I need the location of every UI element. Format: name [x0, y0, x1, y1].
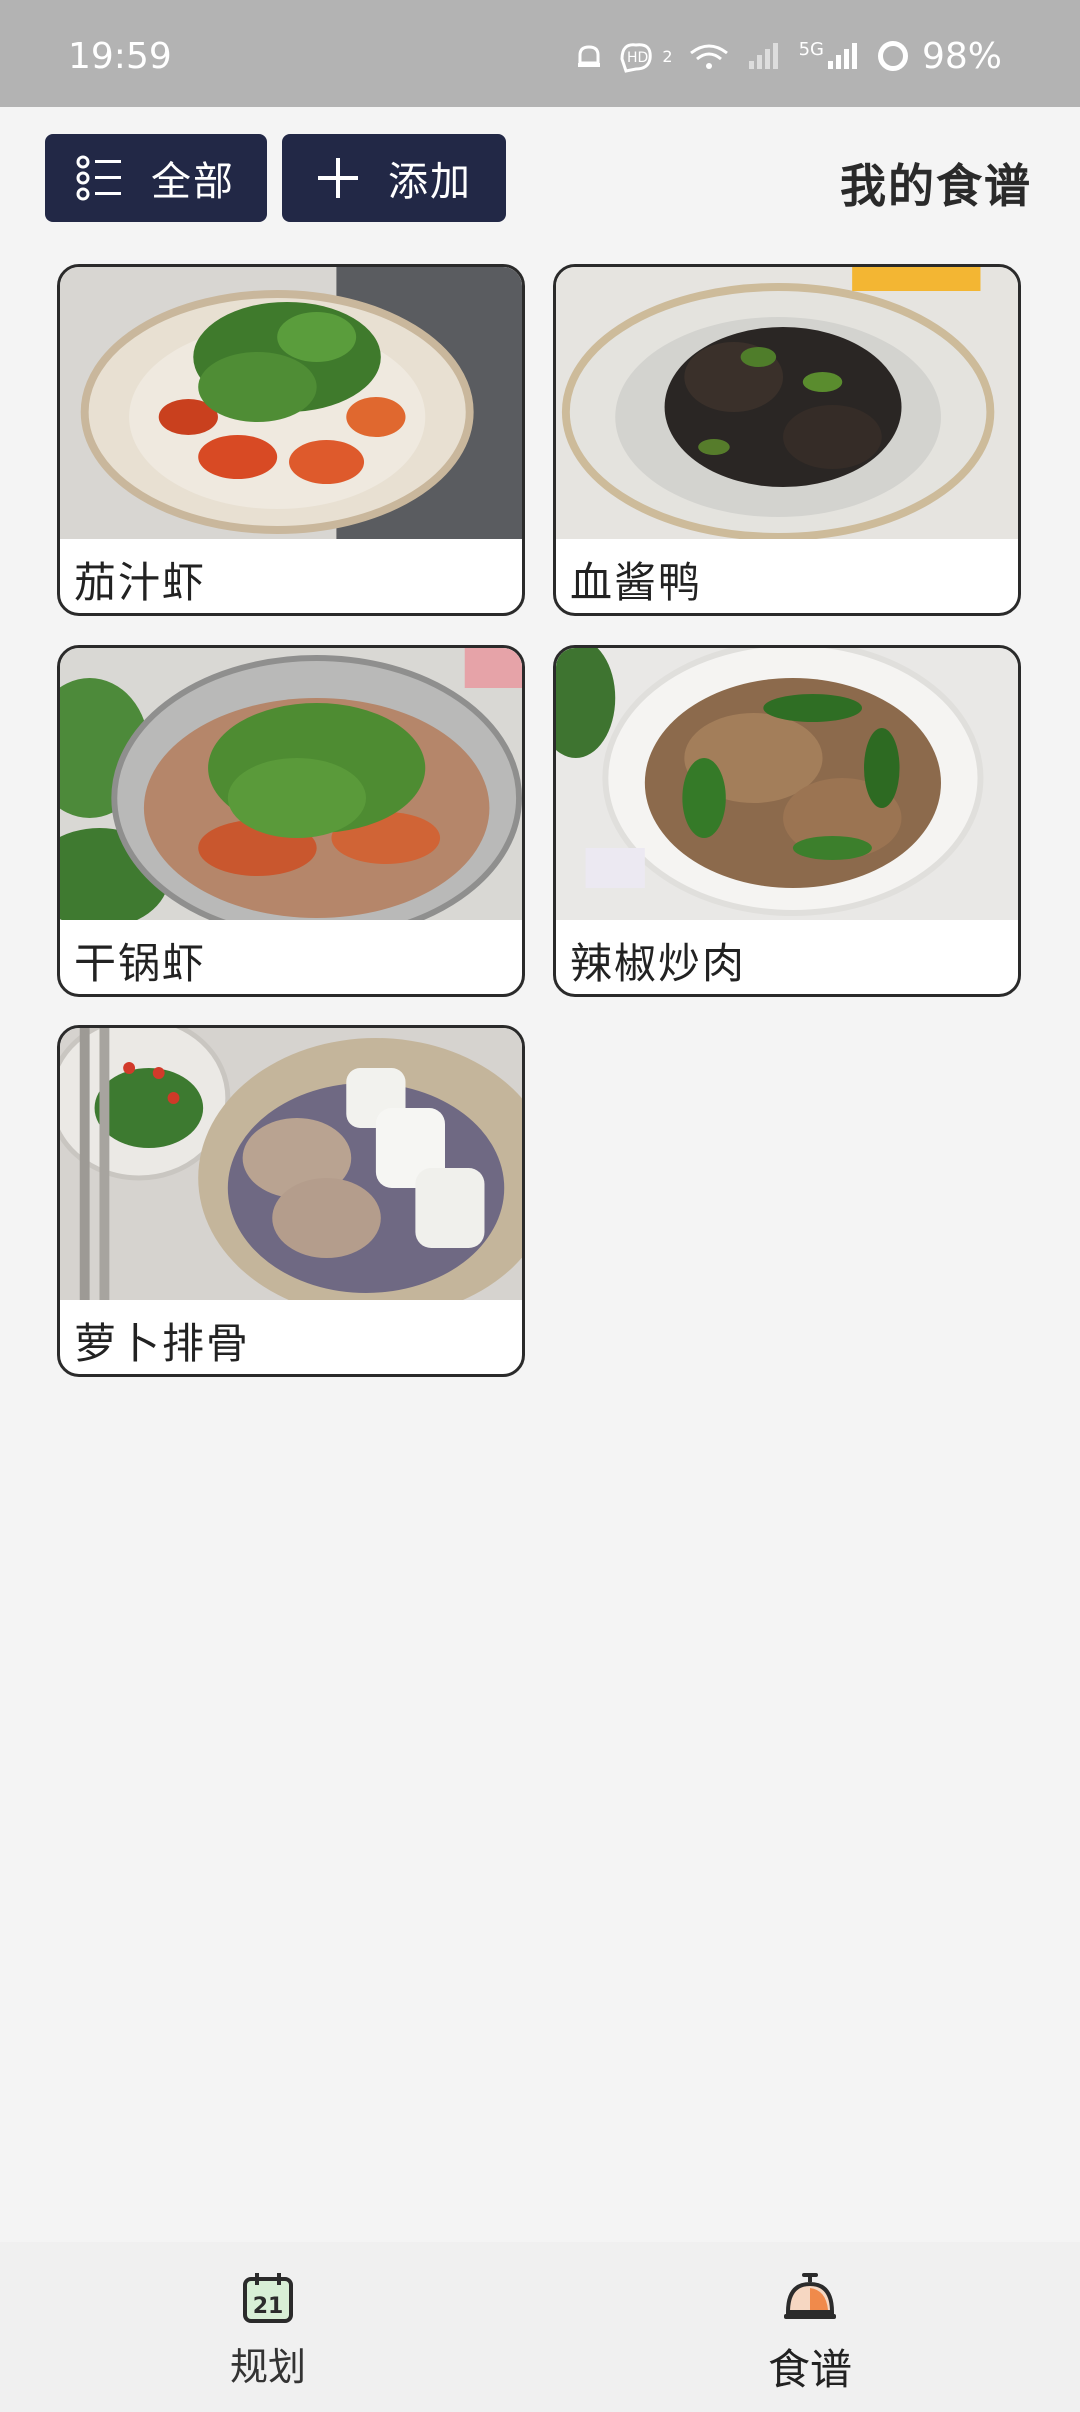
notification-icon [574, 41, 604, 71]
5g-signal-icon: 5G [799, 39, 864, 73]
page-title: 我的食谱 [840, 159, 1032, 213]
calendar-icon-date: 21 [253, 2294, 284, 2319]
hd-voice-icon: HD 2 [618, 39, 673, 73]
signal-icon [745, 39, 785, 73]
bottom-nav: 21 规划 食谱 [0, 2242, 1080, 2412]
wifi-icon [687, 39, 731, 73]
hd-voice-sub: 2 [662, 46, 673, 66]
filter-all-button[interactable]: 全部 [45, 134, 267, 222]
recipe-card[interactable]: 干锅虾 [57, 645, 525, 997]
recipe-card[interactable]: 茄汁虾 [57, 264, 525, 616]
battery-level: 98% [921, 35, 1002, 77]
cloche-icon [782, 2270, 838, 2326]
recipe-name: 茄汁虾 [74, 558, 207, 607]
network-type: 5G [798, 39, 824, 60]
recipe-photo [60, 648, 522, 920]
battery-icon [877, 41, 908, 71]
nav-tab-plan-label: 规划 [229, 2345, 306, 2389]
filter-all-label: 全部 [151, 159, 235, 205]
add-recipe-label: 添加 [388, 159, 472, 205]
recipe-card[interactable]: 萝卜排骨 [57, 1025, 525, 1377]
add-recipe-button[interactable]: 添加 [282, 134, 506, 222]
svg-text:HD: HD [627, 50, 648, 66]
recipe-card[interactable]: 血酱鸭 [553, 264, 1021, 616]
list-icon [75, 152, 127, 204]
recipe-name: 辣椒炒肉 [570, 939, 747, 988]
recipe-name: 萝卜排骨 [74, 1319, 251, 1368]
recipe-photo [556, 648, 1018, 920]
recipe-photo [556, 267, 1018, 539]
calendar-icon: 21 [240, 2270, 296, 2326]
nav-tab-recipes-label: 食谱 [767, 2345, 852, 2394]
plus-icon [312, 152, 364, 204]
recipe-photo [60, 267, 522, 539]
nav-tab-recipes[interactable]: 食谱 [710, 2270, 910, 2397]
recipe-name: 干锅虾 [74, 939, 207, 988]
status-time: 19:59 [68, 36, 172, 77]
nav-tab-plan[interactable]: 21 规划 [168, 2270, 368, 2391]
recipe-name: 血酱鸭 [570, 558, 703, 607]
status-icons: HD 2 5G 98% [574, 35, 1002, 77]
recipe-photo [60, 1028, 522, 1300]
status-bar: 19:59 HD 2 5G 98% [0, 0, 1080, 107]
recipe-card[interactable]: 辣椒炒肉 [553, 645, 1021, 997]
